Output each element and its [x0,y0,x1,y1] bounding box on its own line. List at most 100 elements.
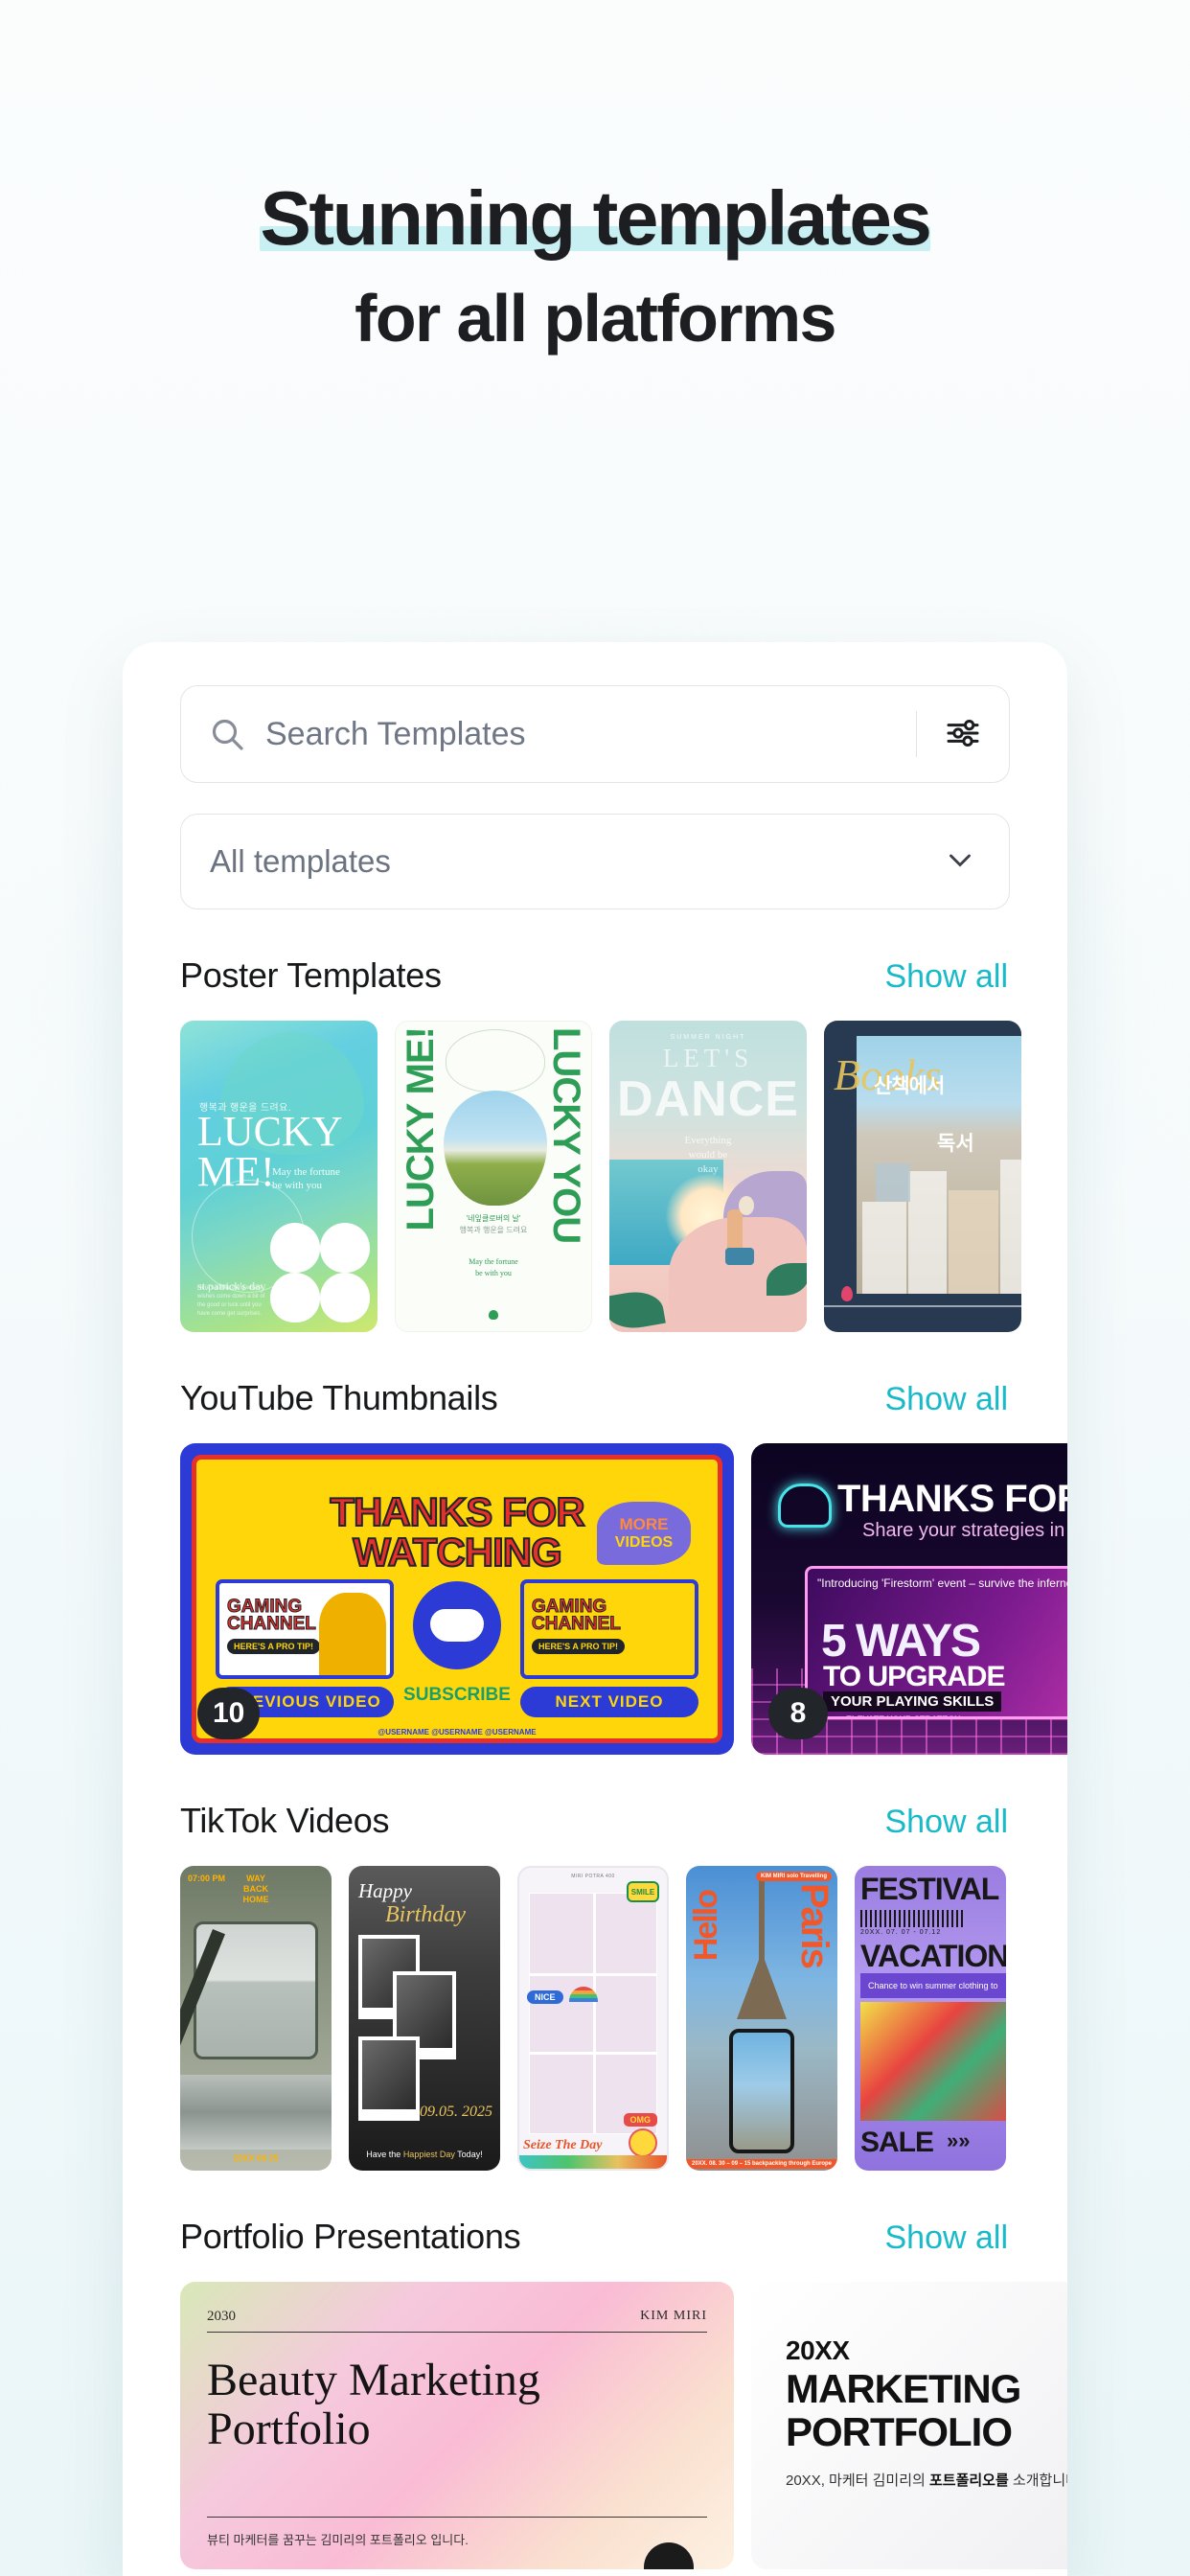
template-card-korean-city[interactable]: Books 산책에서 독서 [824,1021,1021,1332]
mini-right-title: GAMING CHANNEL [532,1597,622,1635]
preview-headline-3: YOUR PLAYING SKILLS [823,1691,1002,1712]
portfolio-korean-caption: 뷰티 마케터를 꿈꾸는 김미리의 포트폴리오 입니다. [207,2533,469,2547]
decor-person [319,1593,386,1675]
controller-neon-icon [778,1484,832,1528]
portfolio-year: 2030 [207,2309,236,2324]
section-title: Poster Templates [180,955,442,995]
decor-clover-dot [489,1310,498,1320]
video-title-line1: Happy [358,1879,412,1902]
thumbnail-subtitle: Share your strategies in the com [862,1520,1067,1541]
decor-clover-outline [446,1029,545,1092]
poster-korean-quote: '네잎클로버의 날' [466,1214,521,1223]
template-card-marketing-portfolio[interactable]: 20XX MARKETING PORTFOLIO 20XX, 마케터 김미리의 포… [751,2282,1067,2569]
search-input[interactable] [265,715,916,753]
portfolio-row[interactable]: 2030 KIM MIRI Beauty Marketing Portfolio … [180,2282,1067,2569]
thumbnail-title: THANKS FOR W [837,1478,1067,1520]
template-filter-dropdown[interactable]: All templates [180,814,1010,909]
poster-left-text: LUCKY ME! [400,1027,442,1231]
chevron-right-icon: »» [947,2128,971,2152]
show-all-link-tiktok[interactable]: Show all [884,1804,1008,1841]
show-all-link-portfolio[interactable]: Show all [884,2220,1008,2257]
preview-headline-2: TO UPGRADE [823,1661,1005,1692]
templates-panel: All templates Poster Templates Show all … [123,642,1067,2576]
video-title-line1: FESTIVAL [860,1872,999,1906]
poster-row[interactable]: 행복과 행운을 드려요. LUCKY ME! May the fortune be … [180,1021,1021,1332]
video-date: 09.05. 2025 [420,2104,492,2121]
template-card-festival-sale[interactable]: FESTIVAL 20XX. 07. 07 - 07.12 VACATION C… [855,1866,1006,2171]
search-bar[interactable] [180,685,1010,783]
footer-left: 20XX. 08. 30 – 09 – 15 [692,2161,751,2167]
template-card-way-back-home[interactable]: 07:00 PM WAY BACK HOME 20XX 08 25 [180,1866,332,2171]
video-title-line2: Birthday [385,1902,466,1927]
template-count-badge: 10 [197,1688,261,1739]
polaroid-photo-3 [358,2036,420,2121]
poster-title-line1: LET'S [662,1044,754,1072]
poster-photo [444,1091,547,1206]
mini-thumbnail-left: GAMING CHANNEL HERE'S A PRO TIP! [216,1579,394,1679]
sticker-smile: SMILE [627,1881,659,1902]
hero-headline-line2: for all platforms [355,281,836,356]
section-header: Portfolio Presentations Show all [180,2217,1010,2257]
show-all-link-posters[interactable]: Show all [884,958,1008,996]
divider-bottom [207,2517,707,2518]
portfolio-author: KIM MIRI [640,2309,707,2323]
hero-section: Stunning templates for all platforms [0,0,1190,355]
poster-english-tagline: May the fortune be with you [469,1257,518,1277]
template-card-lucky-me[interactable]: 행복과 행운을 드려요. LUCKY ME! May the fortune be … [180,1021,378,1332]
poster-korean-line1: 산책에서 [874,1075,945,1097]
decor-metal-panel [180,2075,332,2150]
map-pin-icon [841,1286,853,1301]
sliders-icon [944,714,982,755]
video-right-word: Paris [793,1883,835,1967]
decor-glitter-strip [519,2155,667,2169]
template-card-sticker-collage[interactable]: MIRI POTRA 400 SMILE NICE OMG Seize The … [517,1866,669,2171]
template-card-happy-birthday[interactable]: Happy Birthday 09.05. 2025 Have the Happ… [349,1866,500,2171]
section-portfolio-presentations: Portfolio Presentations Show all 2030 KI… [180,2217,1067,2569]
portfolio-title: Beauty Marketing Portfolio [207,2355,540,2454]
section-header: TikTok Videos Show all [180,1801,1010,1841]
film-header: MIRI POTRA 400 [571,1874,615,1879]
gamepad-icon [413,1581,501,1669]
chevron-down-icon [942,841,978,883]
footer-right: backpacking through Europe [751,2161,832,2167]
template-card-paris-travel[interactable]: Hello Paris KIM MIRI solo Travelling 20X… [686,1866,837,2171]
section-header: Poster Templates Show all [180,955,1010,996]
template-card-beauty-marketing-portfolio[interactable]: 2030 KIM MIRI Beauty Marketing Portfolio … [180,2282,734,2569]
portfolio-year: 20XX [786,2335,850,2365]
section-title: Portfolio Presentations [180,2217,521,2256]
decor-line [824,1305,1021,1307]
filter-button[interactable] [917,686,1009,782]
more-videos-bubble: MORE VIDEOS [597,1502,691,1565]
video-sale-label: SALE [860,2127,934,2158]
show-all-link-youtube[interactable]: Show all [884,1381,1008,1418]
bubble-line1: MORE [619,1514,669,1533]
template-card-lucky-you[interactable]: LUCKY ME! LUCKY YOU '네잎클로버의 날' 행복과 행운을 드… [395,1021,592,1332]
tiktok-row[interactable]: 07:00 PM WAY BACK HOME 20XX 08 25 Happy Bi… [180,1866,1010,2171]
bubble-line2: VIDEOS [614,1533,674,1551]
portfolio-title: MARKETING PORTFOLIO [786,2366,1021,2454]
poster-footer-small: Here's a little thing where wishes come … [197,1285,265,1317]
section-youtube-thumbnails: YouTube Thumbnails Show all THANKS FOR WA… [180,1378,1067,1755]
video-dates: 20XX. 07. 07 - 07.12 [860,1929,942,1936]
poster-title-line2: DANCE [617,1071,799,1127]
template-count-badge: 8 [768,1688,828,1739]
mini-right-tip: HERE'S A PRO TIP! [532,1639,625,1654]
preview-caption: "Introducing 'Firestorm' event – survive… [817,1576,1067,1590]
next-video-button[interactable]: NEXT VIDEO [520,1687,698,1717]
poster-tagline: Everything would be okay [684,1135,732,1175]
sticker-nice: NICE [527,1990,563,2004]
decor-dancers [720,1190,762,1282]
template-card-thanks-for-watching[interactable]: THANKS FOR WATCHING MORE VIDEOS GAMING CHA… [180,1443,734,1755]
video-caption: Have the Happiest Day Today! [366,2150,483,2159]
thumbnail-footer: @USERNAME @USERNAME @USERNAME [378,1728,537,1736]
template-card-lets-dance[interactable]: SUMMER NIGHT LET'S DANCE Everything would… [609,1021,807,1332]
section-tiktok-videos: TikTok Videos Show all 07:00 PM WAY BACK H… [180,1801,1010,2171]
subscribe-label: SUBSCRIBE [403,1685,511,1705]
sun-sticker-icon [629,2128,657,2157]
youtube-row[interactable]: THANKS FOR WATCHING MORE VIDEOS GAMING CHA… [180,1443,1067,1755]
video-title-line2: VACATION [860,1939,1006,1973]
video-title: WAY BACK HOME [242,1874,269,1904]
preview-tagline: ELEVATE YOUR STRATEGY [846,1714,961,1719]
template-card-gaming-neon[interactable]: THANKS FOR W Share your strategies in th… [751,1443,1067,1755]
thumbnail-screen: THANKS FOR WATCHING MORE VIDEOS GAMING CHA… [192,1455,722,1743]
